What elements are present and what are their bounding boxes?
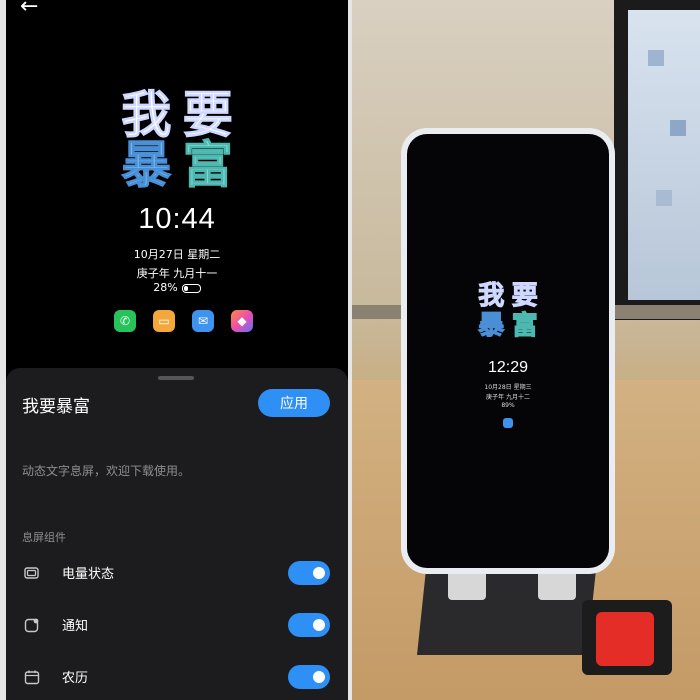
device-photo: 我 要 暴 富 12:29 10月28日 星期三 庚子年 九月十二 89% — [352, 0, 700, 700]
photo-battery-text: 89% — [501, 402, 515, 409]
photo-app-icon — [503, 418, 513, 428]
description-text: 动态文字息屏，欢迎下载使用。 — [22, 464, 191, 478]
theme-icon: ◆ — [231, 310, 253, 332]
art-char: 富 — [182, 136, 233, 194]
settings-sheet: 我要暴富 应用 动态文字息屏，欢迎下载使用。 息屏组件 电量状态 通知 农历 — [6, 368, 348, 700]
arrow-left-icon[interactable]: ← — [20, 0, 38, 18]
message-icon: ▭ — [153, 310, 175, 332]
battery-percent: 28% — [153, 281, 178, 294]
mail-icon: ✉ — [192, 310, 214, 332]
photo-art-line-2: 暴 富 — [407, 311, 609, 341]
clock-time: 10:44 — [138, 203, 216, 235]
option-label: 农历 — [62, 671, 89, 686]
photo-clock-time: 12:29 — [487, 359, 529, 376]
phone-icon: ✆ — [114, 310, 136, 332]
monitor-screen — [628, 10, 700, 300]
art-line-1: 我 要 — [6, 86, 348, 144]
battery-icon — [181, 283, 201, 293]
notification-icon — [24, 618, 39, 633]
photo-lunar-text: 庚子年 九月十二 — [486, 394, 530, 401]
aod-settings-screen: ← 我 要 暴 富 10:44 10月27日 星期二 庚子年 九月十一 28% … — [6, 0, 348, 700]
notification-toggle[interactable] — [288, 613, 330, 637]
lunar-date-text: 庚子年 九月十一 — [136, 267, 218, 280]
date-text: 10月27日 星期二 — [133, 248, 221, 261]
photo-art-char: 富 — [511, 311, 538, 341]
option-label: 通知 — [62, 619, 89, 634]
photo-art-line-1: 我 要 — [407, 281, 609, 311]
battery-toggle[interactable] — [288, 561, 330, 585]
option-row-notification[interactable]: 通知 — [22, 612, 332, 638]
notification-app-icons: ✆ ▭ ✉ ◆ — [114, 310, 253, 332]
option-label: 电量状态 — [62, 567, 115, 582]
section-label: 息屏组件 — [22, 531, 66, 544]
art-char: 暴 — [121, 136, 172, 194]
drag-handle[interactable] — [158, 376, 194, 380]
option-row-battery[interactable]: 电量状态 — [22, 560, 332, 586]
photo-art-char: 要 — [511, 281, 538, 311]
battery-status: 28% — [6, 281, 348, 294]
lunar-toggle[interactable] — [288, 665, 330, 689]
art-char: 我 — [121, 86, 172, 144]
photo-date-text: 10月28日 星期三 — [484, 384, 532, 391]
phone-device: 我 要 暴 富 12:29 10月28日 星期三 庚子年 九月十二 89% — [401, 128, 615, 574]
apply-button[interactable]: 应用 — [258, 389, 330, 417]
photo-art-char: 我 — [478, 281, 505, 311]
collage: ← 我 要 暴 富 10:44 10月27日 星期二 庚子年 九月十一 28% … — [0, 0, 700, 700]
option-row-lunar[interactable]: 农历 — [22, 664, 332, 690]
sheet-title: 我要暴富 — [22, 397, 90, 417]
monitor — [614, 0, 700, 320]
calendar-icon — [24, 670, 40, 685]
art-char: 要 — [182, 86, 233, 144]
phone-aod-screen: 我 要 暴 富 12:29 10月28日 星期三 庚子年 九月十二 89% — [407, 134, 609, 568]
photo-art-char: 暴 — [478, 311, 505, 341]
battery-icon — [24, 567, 39, 579]
red-key — [596, 612, 654, 666]
art-line-2: 暴 富 — [6, 136, 348, 194]
